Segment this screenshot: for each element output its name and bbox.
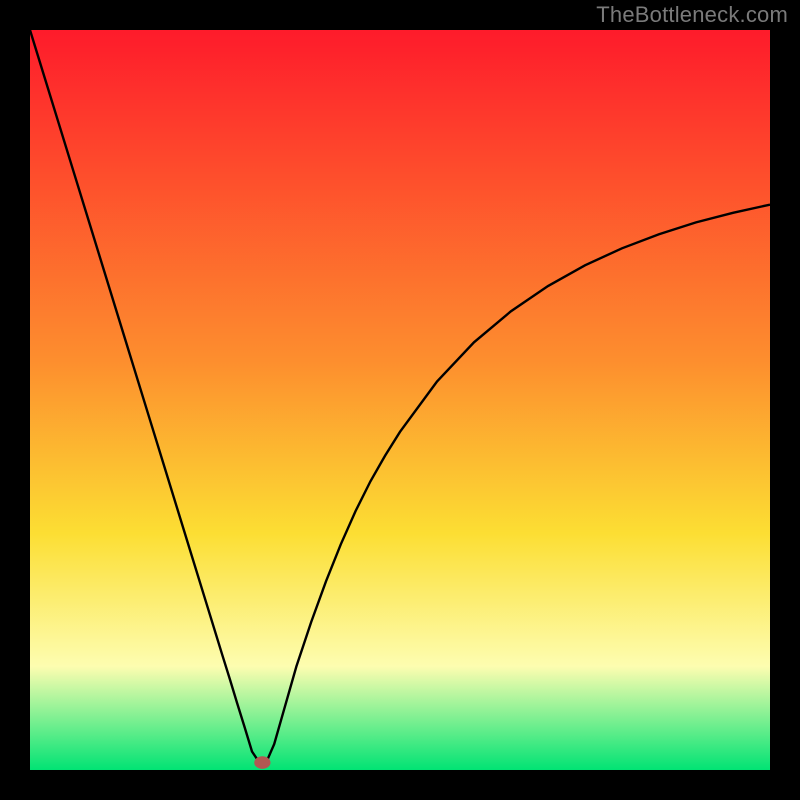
optimal-point-marker xyxy=(254,756,270,769)
chart-svg xyxy=(30,30,770,770)
gradient-background xyxy=(30,30,770,770)
plot-area xyxy=(30,30,770,770)
attribution-text: TheBottleneck.com xyxy=(596,2,788,28)
chart-frame: TheBottleneck.com xyxy=(0,0,800,800)
